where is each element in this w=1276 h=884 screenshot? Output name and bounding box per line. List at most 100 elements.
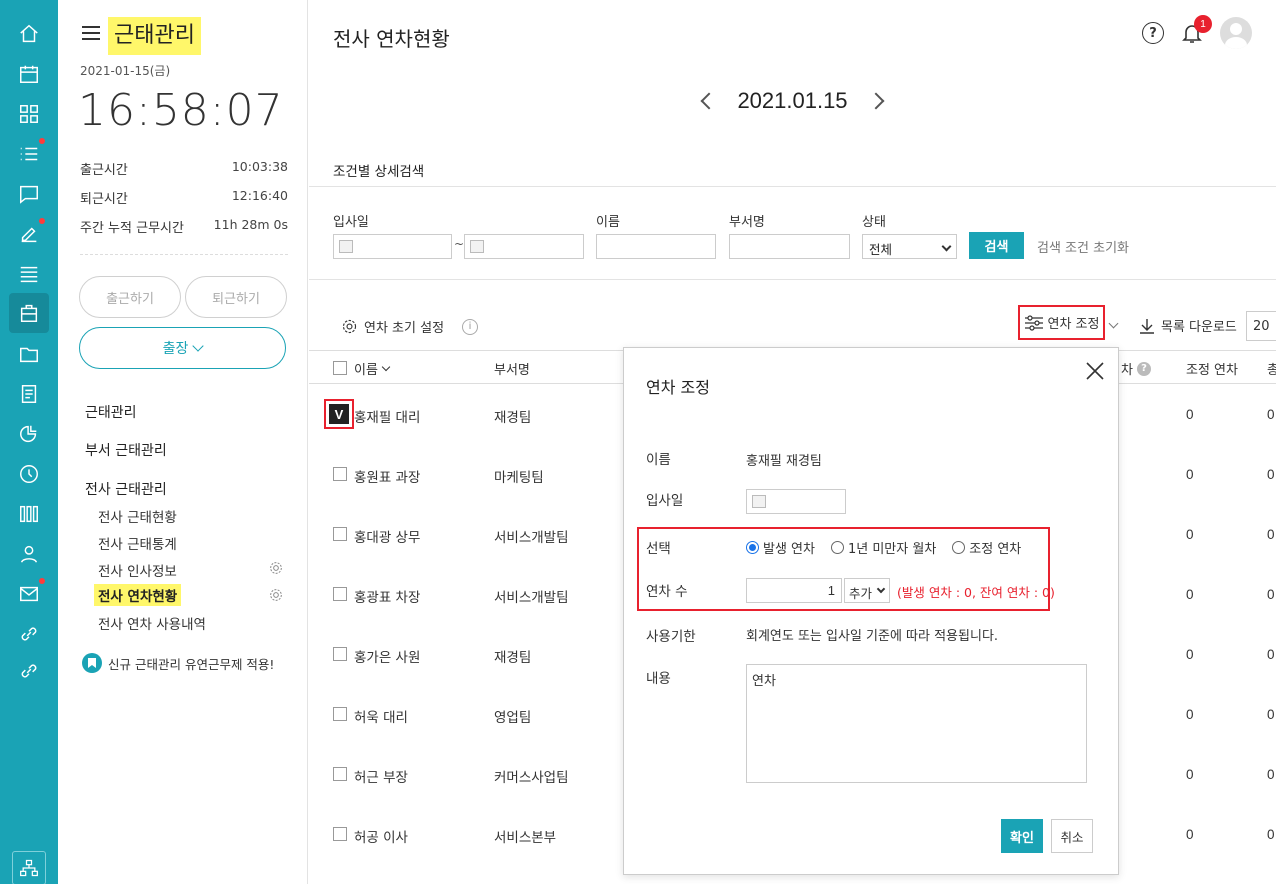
chevron-left-icon[interactable]: [700, 92, 718, 110]
row-checkbox[interactable]: [333, 647, 347, 661]
row-checkbox[interactable]: [333, 587, 347, 601]
attendance-icon[interactable]: [9, 293, 49, 333]
user-icon[interactable]: [17, 542, 41, 566]
row-checkbox[interactable]: [333, 767, 347, 781]
adjusted-leave-column-header: 조정 연차: [1186, 363, 1238, 378]
employee-name: 홍원표 과장: [354, 470, 421, 486]
cancel-button[interactable]: 취소: [1051, 819, 1093, 853]
radio-monthly-leave[interactable]: 1년 미만자 월차: [830, 538, 936, 557]
notice-banner[interactable]: 신규 근태관리 유연근무제 적용!: [82, 653, 274, 673]
leave-init-settings-button[interactable]: 연차 초기 설정 i: [341, 317, 479, 336]
left-panel: 근태관리 2021-01-15(금) 16:58:07 출근시간 10:03:38…: [58, 0, 308, 884]
nav-company-attendance[interactable]: 전사 근태관리: [85, 479, 167, 499]
clock-out-button[interactable]: 퇴근하기: [185, 276, 287, 318]
join-date-start-input[interactable]: [333, 234, 452, 259]
chevron-down-icon[interactable]: [1108, 318, 1119, 329]
memo-textarea[interactable]: 연차: [746, 664, 1087, 783]
nav-company-stats[interactable]: 전사 근태통계: [98, 533, 177, 553]
modal-join-date-label: 입사일: [646, 493, 684, 509]
dept-input[interactable]: [729, 234, 850, 259]
employee-name: 홍광표 차장: [354, 590, 421, 606]
bookmark-icon: [82, 653, 102, 673]
reset-search-link[interactable]: 검색 조건 초기화: [1037, 237, 1129, 256]
name-column-header[interactable]: 이름: [354, 359, 391, 378]
row-checkbox[interactable]: [333, 707, 347, 721]
current-date-display: 2021.01.15: [737, 88, 848, 113]
list-icon[interactable]: [17, 142, 41, 166]
chat-icon[interactable]: [17, 182, 41, 206]
name-input[interactable]: [596, 234, 716, 259]
total-value: 0: [1267, 647, 1275, 662]
employee-name: 홍재필 대리: [354, 410, 421, 426]
gear-icon[interactable]: [268, 587, 284, 603]
link-icon[interactable]: [17, 622, 41, 646]
row-checkbox[interactable]: [333, 467, 347, 481]
menu-icon[interactable]: [82, 26, 100, 40]
nav-company-hr-info[interactable]: 전사 인사정보: [98, 560, 177, 580]
notification-dot: [39, 218, 45, 224]
employee-name: 허욱 대리: [354, 710, 408, 726]
employee-dept: 영업팀: [494, 710, 532, 726]
avatar[interactable]: [1220, 17, 1252, 49]
nav-company-leave-history[interactable]: 전사 연차 사용내역: [98, 613, 206, 633]
clock-icon[interactable]: [17, 462, 41, 486]
bell-icon[interactable]: 1: [1180, 15, 1212, 45]
total-value: 0: [1267, 707, 1275, 722]
nav-company-status[interactable]: 전사 근태현황: [98, 506, 177, 526]
row-checkbox[interactable]: [333, 527, 347, 541]
join-date-end-input[interactable]: [464, 234, 584, 259]
leave-count-input[interactable]: 1: [746, 578, 842, 603]
status-select[interactable]: 전체: [862, 234, 957, 259]
adjusted-leave-value: 0: [1186, 407, 1194, 422]
business-trip-button[interactable]: 출장: [79, 327, 286, 369]
download-list-button[interactable]: 목록 다운로드: [1139, 316, 1237, 335]
org-chart-icon[interactable]: [12, 851, 46, 884]
document-icon[interactable]: [17, 382, 41, 406]
info-icon[interactable]: i: [462, 318, 479, 335]
link-icon[interactable]: [17, 659, 41, 683]
download-icon: [1140, 318, 1154, 334]
chevron-right-icon[interactable]: [867, 92, 885, 110]
modal-name-value: 홍재필 재경팀: [746, 454, 822, 469]
nav-attendance[interactable]: 근태관리: [85, 402, 137, 422]
employee-name: 홍대광 상무: [354, 530, 421, 546]
nav-dept-attendance[interactable]: 부서 근태관리: [85, 440, 167, 460]
modal-count-label: 연차 수: [646, 584, 688, 600]
leave-adjust-button[interactable]: 연차 조정: [1018, 305, 1105, 340]
radio-occurred-leave[interactable]: 발생 연차: [746, 538, 815, 557]
gear-icon[interactable]: [268, 560, 284, 576]
adjusted-leave-value: 0: [1186, 647, 1194, 662]
select-all-checkbox[interactable]: [333, 361, 347, 375]
nav-company-leave-status[interactable]: 전사 연차현황: [94, 584, 182, 606]
page-size-select[interactable]: 20: [1246, 311, 1276, 341]
total-value: 0: [1267, 767, 1275, 782]
confirm-button[interactable]: 확인: [1001, 819, 1043, 853]
help-icon[interactable]: ?: [1142, 22, 1164, 44]
leave-balance-warning: (발생 연차 : 0, 잔여 연차 : 0): [897, 585, 1055, 600]
edit-icon[interactable]: [17, 222, 41, 246]
calendar-icon: [470, 240, 484, 253]
home-icon[interactable]: [17, 22, 41, 46]
help-icon[interactable]: ?: [1136, 361, 1151, 376]
chevron-down-icon: [381, 362, 391, 372]
adjusted-leave-value: 0: [1186, 767, 1194, 782]
board-icon[interactable]: [17, 262, 41, 286]
add-subtract-select[interactable]: 추가: [844, 578, 890, 603]
library-icon[interactable]: [17, 502, 41, 526]
close-icon[interactable]: [1086, 362, 1104, 380]
row-checkbox[interactable]: [333, 827, 347, 841]
modal-title: 연차 조정: [646, 378, 710, 397]
folder-icon[interactable]: [17, 342, 41, 366]
radio-adjusted-leave[interactable]: 조정 연차: [952, 538, 1021, 557]
adjusted-leave-value: 0: [1186, 827, 1194, 842]
calendar-icon[interactable]: [17, 62, 41, 86]
modal-join-date-input[interactable]: [746, 489, 846, 514]
clock-in-button[interactable]: 출근하기: [79, 276, 181, 318]
range-separator: ~: [454, 237, 465, 251]
grid-icon[interactable]: [17, 102, 41, 126]
search-button[interactable]: 검색: [969, 232, 1024, 259]
row-checkbox-checked[interactable]: V: [324, 399, 354, 429]
partial-column-header: 차?: [1121, 359, 1151, 378]
chart-icon[interactable]: [17, 422, 41, 446]
mail-icon[interactable]: [17, 582, 41, 606]
